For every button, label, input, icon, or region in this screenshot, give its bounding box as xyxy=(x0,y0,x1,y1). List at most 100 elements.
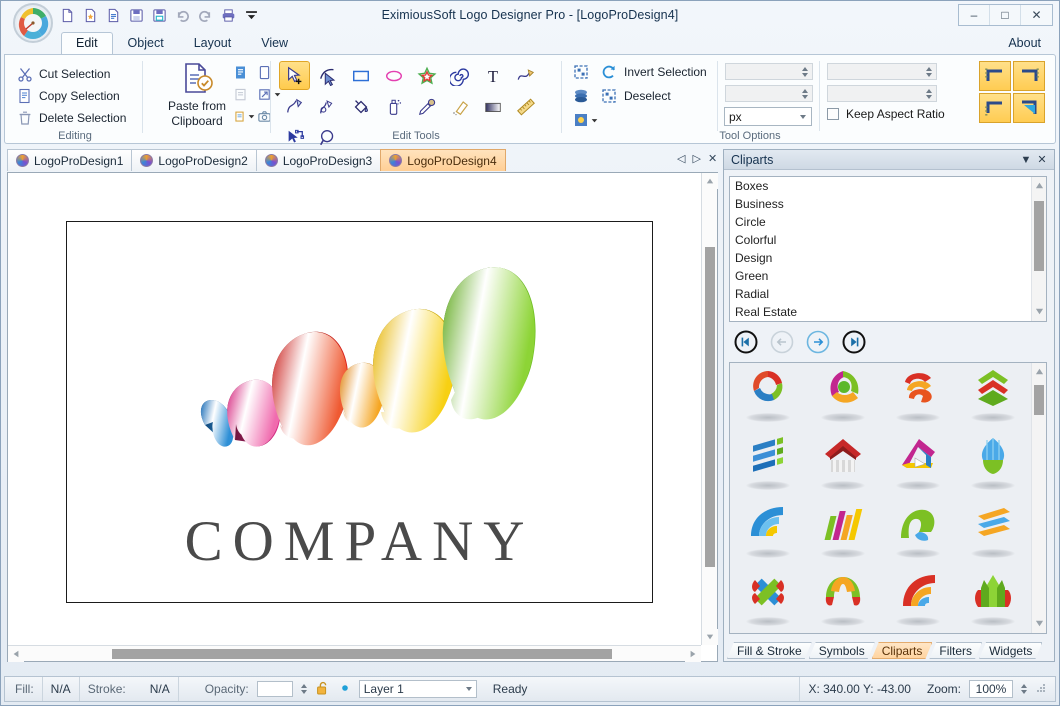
x-position-spinner[interactable] xyxy=(799,64,811,79)
eyedropper-tool-button[interactable] xyxy=(411,92,442,121)
invert-selection-button[interactable]: Invert Selection xyxy=(601,60,721,84)
clipart-item[interactable] xyxy=(730,567,805,635)
document-tab-2[interactable]: LogoProDesign2 xyxy=(131,149,257,171)
clipart-gallery-scrollbar[interactable] xyxy=(1031,363,1046,633)
clipart-item[interactable] xyxy=(880,363,955,431)
anchor-top-left-button[interactable] xyxy=(979,61,1011,91)
scroll-down-button[interactable] xyxy=(1035,617,1044,631)
document-tab-4[interactable]: LogoProDesign4 xyxy=(380,149,506,171)
category-item-design[interactable]: Design xyxy=(730,249,1046,267)
panel-tab-symbols[interactable]: Symbols xyxy=(809,642,875,659)
y-position-spinner[interactable] xyxy=(799,86,811,101)
select-tool-button[interactable] xyxy=(279,61,310,90)
scroll-down-button[interactable] xyxy=(702,629,718,645)
spiral-tool-button[interactable] xyxy=(444,61,475,90)
about-link[interactable]: About xyxy=(1008,36,1041,50)
paste-options-split-button[interactable] xyxy=(233,105,255,127)
ellipse-tool-button[interactable] xyxy=(378,61,409,90)
height-input[interactable] xyxy=(827,85,937,102)
panel-tab-fill-stroke[interactable]: Fill & Stroke xyxy=(727,642,812,659)
star-tool-button[interactable] xyxy=(411,61,442,90)
ribbon-tab-layout[interactable]: Layout xyxy=(179,32,247,54)
canvas-vertical-scrollbar[interactable] xyxy=(701,173,718,645)
zoom-input[interactable]: 100% xyxy=(969,680,1013,698)
width-input[interactable] xyxy=(827,63,937,80)
vertical-scroll-thumb[interactable] xyxy=(705,247,715,567)
clipart-item[interactable] xyxy=(805,431,880,499)
visible-dot-icon[interactable] xyxy=(339,682,351,697)
clipart-item[interactable] xyxy=(880,431,955,499)
y-position-input[interactable] xyxy=(725,85,813,102)
document-tab-1[interactable]: LogoProDesign1 xyxy=(7,149,133,171)
layer-select[interactable]: Layer 1 xyxy=(358,680,477,698)
paint-bucket-tool-button[interactable] xyxy=(345,92,376,121)
clipart-item[interactable] xyxy=(730,431,805,499)
ribbon-tab-object[interactable]: Object xyxy=(113,32,179,54)
select-all-button[interactable] xyxy=(573,60,597,84)
paste-special-button[interactable] xyxy=(233,83,255,105)
category-list[interactable]: Boxes Business Circle Colorful Design Gr… xyxy=(729,176,1047,322)
horizontal-scroll-thumb[interactable] xyxy=(112,649,612,659)
company-text[interactable]: COMPANY xyxy=(67,509,652,574)
fill-value-segment[interactable]: N/A xyxy=(43,677,80,701)
node-edit-tool-button[interactable] xyxy=(312,61,343,90)
calligraphy-tool-button[interactable] xyxy=(312,92,343,121)
opacity-spinner[interactable] xyxy=(300,684,307,694)
rectangle-tool-button[interactable] xyxy=(345,61,376,90)
panel-tab-filters[interactable]: Filters xyxy=(929,642,982,659)
clipart-item[interactable] xyxy=(955,431,1030,499)
panel-close-button[interactable]: ✕ xyxy=(1034,153,1050,166)
panel-collapse-button[interactable]: ▼ xyxy=(1018,154,1034,166)
height-spinner[interactable] xyxy=(923,86,935,101)
canvas-area[interactable]: COMPANY xyxy=(7,172,718,662)
next-page-button[interactable] xyxy=(806,330,830,354)
unit-select[interactable]: px xyxy=(724,107,812,126)
category-list-scrollbar[interactable] xyxy=(1031,177,1046,321)
delete-selection-button[interactable]: Delete Selection xyxy=(15,107,130,129)
anchor-bottom-right-button[interactable] xyxy=(1013,93,1045,123)
stack-order-button[interactable] xyxy=(573,84,597,108)
category-item-circle[interactable]: Circle xyxy=(730,213,1046,231)
first-page-button[interactable] xyxy=(734,330,758,354)
category-item-business[interactable]: Business xyxy=(730,195,1046,213)
category-scroll-thumb[interactable] xyxy=(1034,201,1044,271)
cut-selection-button[interactable]: Cut Selection xyxy=(15,63,130,85)
scroll-up-button[interactable] xyxy=(1035,179,1044,193)
paste-from-clipboard-button[interactable]: Paste from Clipboard xyxy=(161,61,233,128)
ribbon-tab-view[interactable]: View xyxy=(246,32,303,54)
selection-mode-split-button[interactable] xyxy=(573,108,598,132)
measure-tool-button[interactable] xyxy=(510,92,541,121)
category-item-radial[interactable]: Radial xyxy=(730,285,1046,303)
text-tool-button[interactable]: T xyxy=(477,61,508,90)
paste-as-document-button[interactable] xyxy=(233,61,255,83)
maximize-button[interactable]: □ xyxy=(990,5,1021,25)
clipart-gallery[interactable] xyxy=(729,362,1047,634)
clipart-item[interactable] xyxy=(955,363,1030,431)
clipart-item[interactable] xyxy=(880,567,955,635)
clipart-item[interactable] xyxy=(730,499,805,567)
minimize-button[interactable]: – xyxy=(959,5,990,25)
unlock-icon[interactable] xyxy=(315,680,331,699)
previous-page-button[interactable] xyxy=(770,330,794,354)
clipart-item[interactable] xyxy=(955,567,1030,635)
curve-tool-button[interactable] xyxy=(510,61,541,90)
keep-aspect-ratio-box[interactable] xyxy=(827,108,839,120)
panel-tab-widgets[interactable]: Widgets xyxy=(979,642,1042,659)
canvas-horizontal-scrollbar[interactable] xyxy=(8,645,701,662)
clipart-item[interactable] xyxy=(805,363,880,431)
clipart-item[interactable] xyxy=(880,499,955,567)
canvas-viewport[interactable]: COMPANY xyxy=(9,174,700,644)
spray-tool-button[interactable] xyxy=(378,92,409,121)
zoom-control[interactable]: Zoom: 100% xyxy=(919,677,1055,701)
gradient-tool-button[interactable] xyxy=(477,92,508,121)
copy-selection-button[interactable]: Copy Selection xyxy=(15,85,130,107)
scroll-up-button[interactable] xyxy=(702,173,718,189)
clipart-item[interactable] xyxy=(805,567,880,635)
scroll-down-button[interactable] xyxy=(1035,305,1044,319)
scroll-right-button[interactable] xyxy=(685,646,701,662)
clipart-scroll-thumb[interactable] xyxy=(1034,385,1044,415)
scroll-up-button[interactable] xyxy=(1035,365,1044,379)
opacity-input[interactable] xyxy=(256,681,293,697)
last-page-button[interactable] xyxy=(842,330,866,354)
category-item-green[interactable]: Green xyxy=(730,267,1046,285)
